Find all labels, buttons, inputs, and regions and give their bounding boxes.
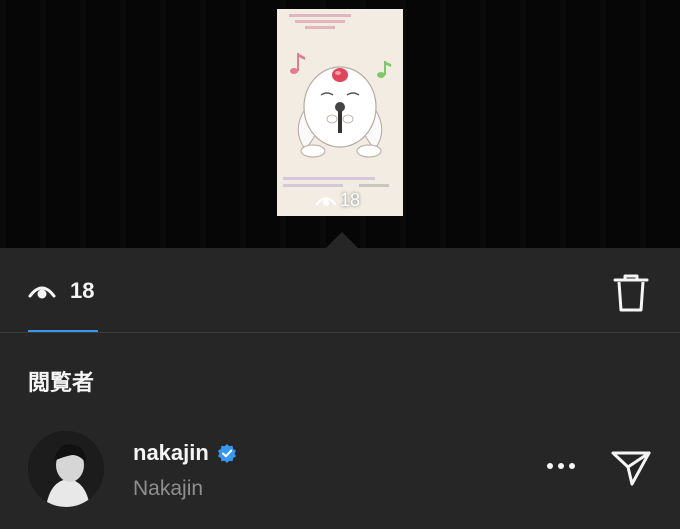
more-icon[interactable]	[546, 461, 576, 471]
send-icon[interactable]	[610, 449, 652, 487]
story-view-count-overlay: 18	[315, 190, 360, 211]
story-stats-bar: 18	[0, 248, 680, 333]
active-tab-indicator	[28, 330, 98, 332]
story-thumbnail[interactable]	[277, 9, 403, 216]
eye-icon	[28, 286, 56, 299]
profile-photo	[28, 431, 104, 507]
viewer-row[interactable]: nakajin Nakajin	[0, 425, 680, 515]
viewer-username[interactable]: nakajin	[133, 440, 209, 466]
trash-icon[interactable]	[612, 273, 650, 313]
viewer-full-name: Nakajin	[133, 477, 204, 500]
story-view-count: 18	[340, 190, 361, 210]
eye-icon	[315, 196, 337, 206]
story-caption-bottom	[283, 177, 389, 187]
view-count: 18	[70, 278, 95, 303]
verified-badge-icon	[217, 444, 236, 463]
selection-caret	[326, 232, 358, 248]
story-preview-area: 18	[0, 0, 680, 248]
viewers-section-title: 閲覧者	[28, 370, 95, 395]
views-tab[interactable]: 18	[28, 278, 94, 304]
avatar[interactable]	[28, 431, 104, 507]
viewer-username-row: nakajin	[133, 440, 237, 466]
